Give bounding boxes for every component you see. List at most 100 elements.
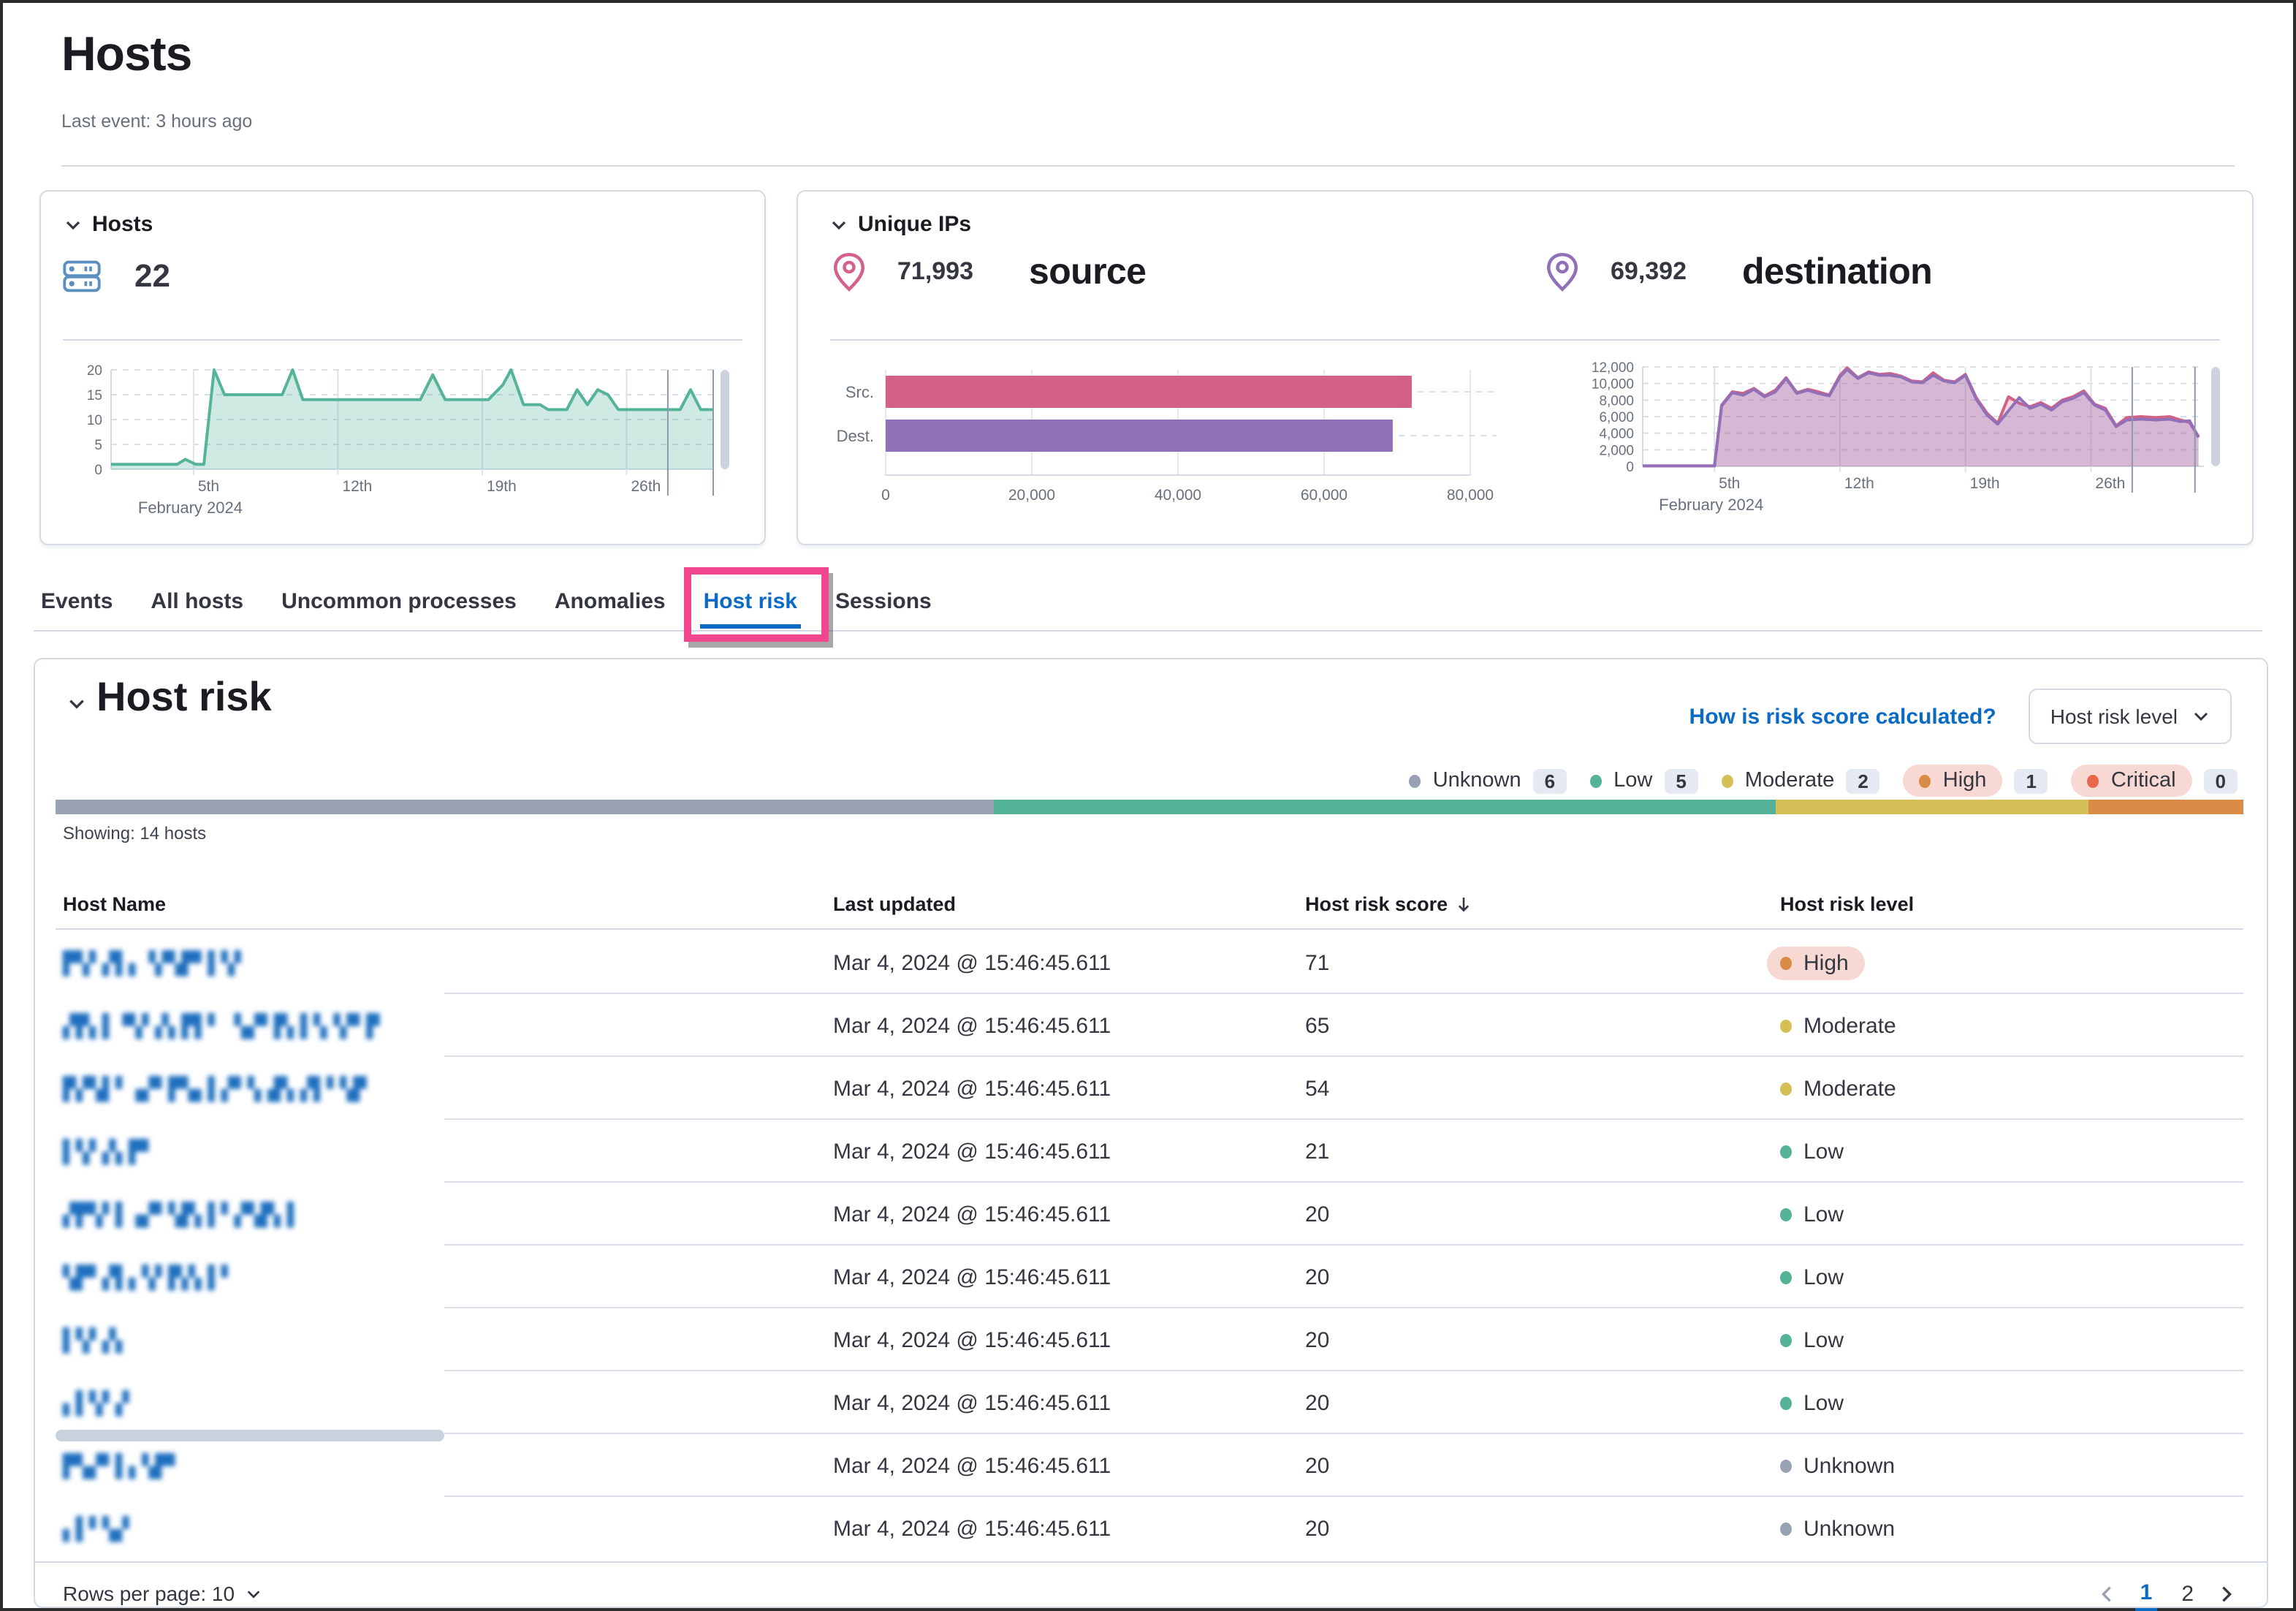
last-updated-cell: Mar 4, 2024 @ 15:46:45.611 (833, 1139, 1111, 1164)
hosts-card-header[interactable]: Hosts (64, 212, 153, 237)
svg-text:80,000: 80,000 (1447, 487, 1494, 504)
legend-item-critical: Critical 0 (2072, 765, 2238, 797)
column-header-host-risk-level[interactable]: Host risk level (1780, 893, 1914, 915)
host-name-link-redacted[interactable]: ▞▛▚▘▌▗▞▘▚▛▖▌▘▞▚▛▖▌ (63, 1201, 300, 1227)
risk-level-dot-icon (1780, 1145, 1792, 1158)
host-name-link-redacted[interactable]: ▚▛▘▞▌▖▚▘▛▞▖▌▘ (63, 1264, 235, 1290)
legend-item-high: High 1 (1904, 765, 2048, 797)
chevron-down-icon (245, 1585, 261, 1601)
last-updated-cell: Mar 4, 2024 @ 15:46:45.611 (833, 1390, 1111, 1415)
destination-label: destination (1742, 251, 1932, 293)
svg-text:Src.: Src. (845, 383, 874, 401)
tab-sessions[interactable]: Sessions (832, 579, 935, 629)
column-header-host-name[interactable]: Host Name (63, 893, 166, 915)
risk-level-dot-icon (1780, 1522, 1792, 1535)
risk-level-cell: Unknown (1780, 1453, 1895, 1478)
tab-events[interactable]: Events (38, 579, 115, 629)
chevron-down-icon[interactable] (67, 694, 86, 713)
table-row: ▛▚▞▘▌▖▚▛▘ Mar 4, 2024 @ 15:46:45.611 20 … (35, 1434, 2267, 1497)
destination-ips-count: 69,392 (1611, 257, 1687, 287)
table-row: ▖▌▚▘▞ Mar 4, 2024 @ 15:46:45.611 20 Low (35, 1371, 2267, 1434)
svg-text:0: 0 (94, 463, 102, 478)
table-row: ▚▛▘▞▌▖▚▘▛▞▖▌▘ Mar 4, 2024 @ 15:46:45.611… (35, 1246, 2267, 1308)
tab-anomalies[interactable]: Anomalies (552, 579, 669, 629)
unique-ips-bar-chart: 020,00040,00060,00080,000Src.Dest. (818, 355, 1517, 525)
table-header-divider (56, 928, 2243, 930)
hosts-tabs: Events All hosts Uncommon processes Anom… (38, 579, 935, 629)
risk-score-cell: 71 (1305, 950, 1329, 975)
tab-uncommon-processes[interactable]: Uncommon processes (278, 579, 520, 629)
hosts-card-title: Hosts (92, 212, 153, 237)
host-name-link-redacted[interactable]: ▌▚▘▞▖ (63, 1327, 129, 1353)
svg-text:10,000: 10,000 (1592, 377, 1634, 393)
unique-ips-card-header[interactable]: Unique IPs (830, 212, 971, 237)
unique-ips-card-title: Unique IPs (858, 212, 971, 237)
table-row: ▞▛▖▌▝▚▘▞▖▛▌▘ ▚▞▘▛▖▌▚▝▞▘▛ Mar 4, 2024 @ 1… (35, 994, 2267, 1057)
last-updated-cell: Mar 4, 2024 @ 15:46:45.611 (833, 1327, 1111, 1352)
svg-text:0: 0 (1626, 460, 1634, 475)
table-row: ▌▚▘▞▖▛▘ Mar 4, 2024 @ 15:46:45.611 21 Lo… (35, 1120, 2267, 1183)
last-updated-cell: Mar 4, 2024 @ 15:46:45.611 (833, 1516, 1111, 1541)
risk-level-cell: Moderate (1780, 1013, 1896, 1038)
risk-score-cell: 54 (1305, 1076, 1329, 1101)
risk-level-cell: Low (1780, 1202, 1844, 1227)
host-name-link-redacted[interactable]: ▞▛▖▌▝▚▘▞▖▛▌▘ ▚▞▘▛▖▌▚▝▞▘▛ (63, 1012, 380, 1039)
last-updated-cell: Mar 4, 2024 @ 15:46:45.611 (833, 1013, 1111, 1038)
risk-level-dot-icon (1780, 1459, 1792, 1472)
table-row: ▛▚▘▞▌▖▝▞▚▛▘▌▚▘ Mar 4, 2024 @ 15:46:45.61… (35, 931, 2267, 994)
svg-text:26th: 26th (631, 478, 661, 495)
svg-text:19th: 19th (487, 478, 517, 495)
risk-level-dot-icon (1780, 1333, 1792, 1346)
svg-text:60,000: 60,000 (1301, 487, 1347, 504)
risk-level-dot-icon (1780, 1082, 1792, 1095)
risk-level-dot-icon (1780, 1270, 1792, 1284)
distribution-segment-high (2088, 800, 2243, 814)
risk-score-help-link[interactable]: How is risk score calculated? (1689, 704, 1996, 729)
svg-text:February 2024: February 2024 (138, 499, 243, 517)
tab-all-hosts[interactable]: All hosts (148, 579, 246, 629)
svg-text:40,000: 40,000 (1155, 487, 1201, 504)
count-badge: 2 (1846, 768, 1879, 793)
chevron-down-icon (64, 216, 82, 233)
svg-text:8,000: 8,000 (1599, 393, 1634, 409)
host-name-link-redacted[interactable]: ▛▚▘▞▌▖▝▞▚▛▘▌▚▘ (63, 949, 248, 976)
risk-score-cell: 20 (1305, 1202, 1329, 1227)
distribution-segment-low (994, 800, 1775, 814)
hosts-card: Hosts 22 051015205th12th19th26thFebruary… (39, 190, 766, 545)
unknown-dot-icon (1410, 774, 1421, 787)
svg-text:0: 0 (881, 487, 890, 504)
risk-level-dot-icon (1780, 1396, 1792, 1409)
previous-page-button[interactable] (2099, 1585, 2116, 1604)
table-row: ▌▚▘▞▖ Mar 4, 2024 @ 15:46:45.611 20 Low (35, 1308, 2267, 1371)
map-pin-icon (827, 250, 871, 294)
column-header-last-updated[interactable]: Last updated (833, 893, 956, 915)
page-2-button[interactable]: 2 (2177, 1579, 2198, 1610)
host-name-link-redacted[interactable]: ▛▚▞▘▌▖▚▛▘ (63, 1452, 182, 1479)
host-name-column-scrollbar[interactable] (56, 1430, 444, 1441)
card-divider (63, 339, 742, 341)
critical-dot-icon (2088, 774, 2099, 787)
count-badge: 0 (2204, 768, 2238, 793)
host-name-link-redacted[interactable]: ▖▌▘▚▞ (63, 1515, 129, 1542)
legend-item-low: Low 5 (1590, 768, 1698, 793)
risk-score-cell: 20 (1305, 1390, 1329, 1415)
host-name-link-redacted[interactable]: ▖▌▚▘▞ (63, 1390, 129, 1416)
destination-ips-stat: 69,392 destination (1540, 250, 1932, 294)
host-name-link-redacted[interactable]: ▛▞▚▌▘▗▞▘▛▚▖▌▞▘▚▗▛▖▞▌▘▚▛ (63, 1075, 366, 1102)
column-header-host-risk-score[interactable]: Host risk score (1305, 893, 1471, 915)
last-updated-cell: Mar 4, 2024 @ 15:46:45.611 (833, 1265, 1111, 1289)
map-pin-icon (1540, 250, 1584, 294)
next-page-button[interactable] (2219, 1585, 2235, 1604)
host-risk-level-filter-button[interactable]: Host risk level (2029, 689, 2232, 744)
hosts-count: 22 (134, 257, 170, 295)
risk-score-cell: 65 (1305, 1013, 1329, 1038)
risk-legend: Unknown 6 Low 5 Moderate 2 High 1 (1410, 765, 2238, 797)
page-1-button[interactable]: 1 (2136, 1577, 2157, 1611)
risk-distribution-bar (56, 800, 2243, 814)
risk-score-cell: 20 (1305, 1516, 1329, 1541)
tab-host-risk[interactable]: Host risk (701, 579, 800, 629)
rows-per-page-button[interactable]: Rows per page: 10 (63, 1582, 261, 1605)
chevron-down-icon (2192, 708, 2210, 725)
host-name-link-redacted[interactable]: ▌▚▘▞▖▛▘ (63, 1138, 155, 1164)
host-risk-table: ▛▚▘▞▌▖▝▞▚▛▘▌▚▘ Mar 4, 2024 @ 15:46:45.61… (35, 931, 2267, 1560)
